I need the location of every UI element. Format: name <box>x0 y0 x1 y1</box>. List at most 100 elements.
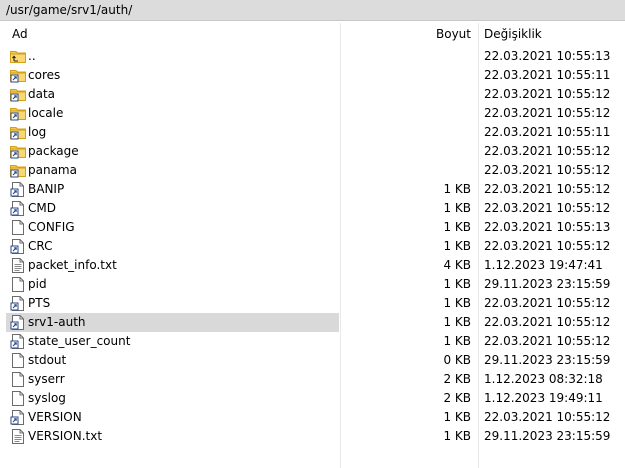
column-header-modified[interactable]: Değişiklik <box>484 27 542 41</box>
file-row[interactable]: data 22.03.2021 10:55:12 <box>0 85 625 104</box>
file-icon <box>10 220 26 235</box>
file-name-cell[interactable]: cores <box>6 66 339 85</box>
file-name-cell[interactable]: VERSION.txt <box>6 427 339 446</box>
file-modified: 29.11.2023 23:15:59 <box>484 277 611 291</box>
file-name: data <box>28 87 56 101</box>
file-name-cell[interactable]: stdout <box>6 351 339 370</box>
file-modified: 22.03.2021 10:55:12 <box>484 87 611 101</box>
file-row[interactable]: stdout 0 KB 29.11.2023 23:15:59 <box>0 351 625 370</box>
file-name-cell[interactable]: package <box>6 142 339 161</box>
file-row[interactable]: cores 22.03.2021 10:55:11 <box>0 66 625 85</box>
file-link-icon <box>10 182 26 197</box>
file-modified: 22.03.2021 10:55:12 <box>484 239 611 253</box>
file-name-cell[interactable]: PTS <box>6 294 339 313</box>
file-size: 1 KB <box>443 277 471 291</box>
file-name: cores <box>28 68 61 82</box>
file-size: 1 KB <box>443 239 471 253</box>
file-row[interactable]: log 22.03.2021 10:55:11 <box>0 123 625 142</box>
folder-link-icon <box>10 125 26 140</box>
file-modified: 22.03.2021 10:55:13 <box>484 220 611 234</box>
column-header: Ad Boyut Değişiklik <box>0 24 625 44</box>
file-name-cell[interactable]: BANIP <box>6 180 339 199</box>
file-row[interactable]: package 22.03.2021 10:55:12 <box>0 142 625 161</box>
file-name-cell[interactable]: .. <box>6 47 339 66</box>
file-name: syslog <box>28 391 66 405</box>
file-size: 1 KB <box>443 315 471 329</box>
file-row[interactable]: locale 22.03.2021 10:55:12 <box>0 104 625 123</box>
file-icon <box>10 353 26 368</box>
file-size: 0 KB <box>443 353 471 367</box>
file-row[interactable]: panama 22.03.2021 10:55:12 <box>0 161 625 180</box>
file-name-cell[interactable]: packet_info.txt <box>6 256 339 275</box>
file-name: VERSION <box>28 410 82 424</box>
text-file-icon <box>10 429 26 444</box>
path-bar[interactable]: /usr/game/srv1/auth/ <box>0 0 625 21</box>
file-size: 1 KB <box>443 182 471 196</box>
file-name: BANIP <box>28 182 65 196</box>
file-row[interactable]: PTS 1 KB 22.03.2021 10:55:12 <box>0 294 625 313</box>
file-modified: 22.03.2021 10:55:12 <box>484 201 611 215</box>
file-modified: 29.11.2023 23:15:59 <box>484 429 611 443</box>
file-row[interactable]: CMD 1 KB 22.03.2021 10:55:12 <box>0 199 625 218</box>
file-name: VERSION.txt <box>28 429 103 443</box>
file-name-cell[interactable]: srv1-auth <box>6 313 339 332</box>
file-modified: 1.12.2023 19:47:41 <box>484 258 603 272</box>
file-link-icon <box>10 201 26 216</box>
file-name: syserr <box>28 372 65 386</box>
file-row[interactable]: .. 22.03.2021 10:55:13 <box>0 47 625 66</box>
file-row[interactable]: syslog 2 KB 1.12.2023 19:49:11 <box>0 389 625 408</box>
file-name-cell[interactable]: locale <box>6 104 339 123</box>
file-row[interactable]: VERSION.txt 1 KB 29.11.2023 23:15:59 <box>0 427 625 446</box>
file-size: 1 KB <box>443 334 471 348</box>
file-name: srv1-auth <box>28 315 86 329</box>
file-icon <box>10 372 26 387</box>
file-name: CRC <box>28 239 53 253</box>
folder-link-icon <box>10 163 26 178</box>
file-link-icon <box>10 410 26 425</box>
file-name: CONFIG <box>28 220 75 234</box>
folder-link-icon <box>10 106 26 121</box>
file-name: .. <box>28 49 36 63</box>
file-name-cell[interactable]: log <box>6 123 339 142</box>
file-name: CMD <box>28 201 56 215</box>
file-name-cell[interactable]: syslog <box>6 389 339 408</box>
file-name: state_user_count <box>28 334 131 348</box>
folder-link-icon <box>10 68 26 83</box>
file-modified: 22.03.2021 10:55:12 <box>484 106 611 120</box>
file-name-cell[interactable]: data <box>6 85 339 104</box>
file-name-cell[interactable]: state_user_count <box>6 332 339 351</box>
file-name-cell[interactable]: syserr <box>6 370 339 389</box>
file-name-cell[interactable]: CMD <box>6 199 339 218</box>
file-name: locale <box>28 106 64 120</box>
file-size: 1 KB <box>443 220 471 234</box>
file-row[interactable]: syserr 2 KB 1.12.2023 08:32:18 <box>0 370 625 389</box>
file-row[interactable]: BANIP 1 KB 22.03.2021 10:55:12 <box>0 180 625 199</box>
file-size: 2 KB <box>443 391 471 405</box>
file-name-cell[interactable]: pid <box>6 275 339 294</box>
file-name: panama <box>28 163 77 177</box>
column-header-size[interactable]: Boyut <box>436 27 471 41</box>
file-name-cell[interactable]: VERSION <box>6 408 339 427</box>
file-modified: 22.03.2021 10:55:12 <box>484 163 611 177</box>
column-header-name[interactable]: Ad <box>12 27 28 41</box>
file-row[interactable]: VERSION 1 KB 22.03.2021 10:55:12 <box>0 408 625 427</box>
file-row[interactable]: pid 1 KB 29.11.2023 23:15:59 <box>0 275 625 294</box>
file-row[interactable]: CRC 1 KB 22.03.2021 10:55:12 <box>0 237 625 256</box>
file-link-icon <box>10 334 26 349</box>
file-modified: 1.12.2023 19:49:11 <box>484 391 603 405</box>
file-size: 1 KB <box>443 296 471 310</box>
file-size: 1 KB <box>443 429 471 443</box>
file-icon <box>10 277 26 292</box>
file-name-cell[interactable]: CONFIG <box>6 218 339 237</box>
file-icon <box>10 391 26 406</box>
file-row[interactable]: srv1-auth 1 KB 22.03.2021 10:55:12 <box>0 313 625 332</box>
file-link-icon <box>10 239 26 254</box>
file-name-cell[interactable]: CRC <box>6 237 339 256</box>
file-row[interactable]: state_user_count 1 KB 22.03.2021 10:55:12 <box>0 332 625 351</box>
file-row[interactable]: CONFIG 1 KB 22.03.2021 10:55:13 <box>0 218 625 237</box>
file-link-icon <box>10 315 26 330</box>
file-modified: 1.12.2023 08:32:18 <box>484 372 603 386</box>
file-row[interactable]: packet_info.txt 4 KB 1.12.2023 19:47:41 <box>0 256 625 275</box>
text-file-icon <box>10 258 26 273</box>
file-name-cell[interactable]: panama <box>6 161 339 180</box>
